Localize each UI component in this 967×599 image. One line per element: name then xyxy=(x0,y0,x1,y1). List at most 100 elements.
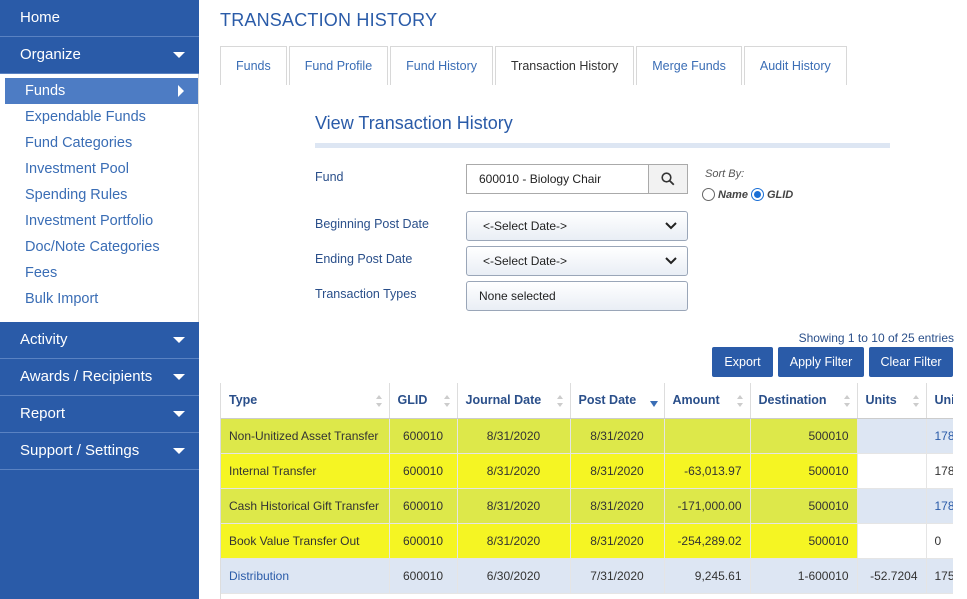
entries-info: Showing 1 to 10 of 25 entries xyxy=(798,331,954,345)
sort-by-options: Name GLID xyxy=(702,188,793,201)
subnav-funds[interactable]: Funds xyxy=(5,78,198,104)
table-row[interactable]: Internal Transfer 600010 8/31/2020 8/31/… xyxy=(221,453,953,489)
table-row[interactable]: Non-Unitized Asset Transfer 600010 8/31/… xyxy=(221,418,953,454)
beginning-post-date-label: Beginning Post Date xyxy=(315,217,429,231)
subnav-investment-portfolio[interactable]: Investment Portfolio xyxy=(5,208,198,234)
sort-icon xyxy=(843,395,850,407)
subnav-investment-pool[interactable]: Investment Pool xyxy=(5,156,198,182)
sort-icon xyxy=(375,395,382,407)
col-header-post-date[interactable]: Post Date xyxy=(570,383,665,419)
transactions-table: Type GLID Journal Date Post Date Amount … xyxy=(220,383,953,599)
chevron-right-icon xyxy=(178,85,184,97)
cell-units: -52.7204 xyxy=(857,558,927,594)
table-row[interactable]: Distribution 600010 6/30/2020 7/31/2020 … xyxy=(221,558,953,594)
cell-units xyxy=(857,488,927,524)
beginning-post-date-value: <-Select Date-> xyxy=(483,219,568,233)
nav-home-label: Home xyxy=(20,9,61,26)
nav-support-settings[interactable]: Support / Settings xyxy=(0,433,199,470)
nav-support-label: Support / Settings xyxy=(20,442,140,459)
chevron-down-icon xyxy=(173,448,185,454)
sort-glid-label: GLID xyxy=(766,188,794,201)
cell-type: Book Value Transfer Out xyxy=(221,523,390,559)
tab-bar: Funds Fund Profile Fund History Transact… xyxy=(220,46,849,85)
transaction-types-label: Transaction Types xyxy=(315,287,417,301)
sort-icon xyxy=(556,395,563,407)
nav-awards-recipients[interactable]: Awards / Recipients xyxy=(0,359,199,396)
transaction-types-select[interactable]: None selected xyxy=(466,281,688,311)
sort-icon xyxy=(443,395,450,407)
cell-destination: 500010 xyxy=(750,488,858,524)
col-header-type[interactable]: Type xyxy=(221,383,390,419)
cell-amount: -171,000.00 xyxy=(664,488,751,524)
cell-amount: 9,245.61 xyxy=(664,558,751,594)
chevron-down-icon xyxy=(665,257,677,265)
nav-activity[interactable]: Activity xyxy=(0,322,199,359)
tab-audit-history[interactable]: Audit History xyxy=(743,46,847,85)
nav-report-label: Report xyxy=(20,405,66,422)
cell-post-date: 8/31/2020 xyxy=(570,488,665,524)
tab-fund-profile[interactable]: Fund Profile xyxy=(288,46,389,85)
search-icon xyxy=(661,172,675,186)
cell-unit-value: 178 xyxy=(926,418,953,454)
sort-by-label: Sort By: xyxy=(705,168,745,180)
subnav-doc-note-categories[interactable]: Doc/Note Categories xyxy=(5,234,198,260)
beginning-post-date-select[interactable]: <-Select Date-> xyxy=(466,211,688,241)
cell-units xyxy=(857,453,927,489)
sidebar: Home Organize Funds Expendable Funds Fun… xyxy=(0,0,199,599)
table-header-row: Type GLID Journal Date Post Date Amount … xyxy=(221,383,953,419)
subnav-fund-categories[interactable]: Fund Categories xyxy=(5,130,198,156)
sort-desc-icon xyxy=(649,401,658,407)
subnav-fees[interactable]: Fees xyxy=(5,260,198,286)
apply-filter-button[interactable]: Apply Filter xyxy=(778,347,864,377)
tab-merge-funds[interactable]: Merge Funds xyxy=(636,46,742,85)
cell-journal-date: 8/31/2020 xyxy=(457,523,571,559)
subnav-bulk-import[interactable]: Bulk Import xyxy=(5,286,198,312)
cell-unit-value: 0 xyxy=(926,523,953,559)
cell-glid: 600010 xyxy=(389,418,458,454)
col-header-units[interactable]: Units xyxy=(857,383,927,419)
nav-report[interactable]: Report xyxy=(0,396,199,433)
clear-filter-button[interactable]: Clear Filter xyxy=(869,347,953,377)
sort-icon xyxy=(736,395,743,407)
cell-amount: -254,289.02 xyxy=(664,523,751,559)
sort-name-radio[interactable] xyxy=(702,188,715,201)
cell-type: Cash Historical Gift Transfer xyxy=(221,488,390,524)
ending-post-date-select[interactable]: <-Select Date-> xyxy=(466,246,688,276)
cell-glid: 600010 xyxy=(389,558,458,594)
chevron-down-icon xyxy=(173,411,185,417)
table-row[interactable]: Book Value Transfer Out 600010 8/31/2020… xyxy=(221,523,953,559)
nav-home[interactable]: Home xyxy=(0,0,199,37)
cell-unit-value: 178 xyxy=(926,488,953,524)
tab-fund-history[interactable]: Fund History xyxy=(390,46,494,85)
cell-type: Non-Unitized Asset Transfer xyxy=(221,418,390,454)
fund-input[interactable]: 600010 - Biology Chair xyxy=(466,164,649,194)
table-row[interactable]: Cash Historical Gift Transfer 600010 8/3… xyxy=(221,488,953,524)
col-header-journal-date[interactable]: Journal Date xyxy=(457,383,571,419)
subnav-spending-rules[interactable]: Spending Rules xyxy=(5,182,198,208)
ending-post-date-value: <-Select Date-> xyxy=(483,254,568,268)
cell-journal-date: 8/31/2020 xyxy=(457,488,571,524)
subnav-expendable-funds[interactable]: Expendable Funds xyxy=(5,104,198,130)
cell-destination: 500010 xyxy=(750,453,858,489)
fund-label: Fund xyxy=(315,170,344,184)
col-header-amount[interactable]: Amount xyxy=(664,383,751,419)
cell-glid: 600010 xyxy=(389,523,458,559)
page-title: TRANSACTION HISTORY xyxy=(220,10,438,30)
cell-destination: 500010 xyxy=(750,418,858,454)
export-button[interactable]: Export xyxy=(712,347,773,377)
nav-awards-label: Awards / Recipients xyxy=(20,368,153,385)
cell-amount xyxy=(664,418,751,454)
tab-funds[interactable]: Funds xyxy=(220,46,287,85)
fund-search-button[interactable] xyxy=(649,164,688,194)
tab-transaction-history[interactable]: Transaction History xyxy=(495,46,635,85)
sort-glid-radio[interactable] xyxy=(750,188,764,201)
cell-type: Internal Transfer xyxy=(221,453,390,489)
nav-organize[interactable]: Organize xyxy=(0,37,199,74)
cell-journal-date: 8/31/2020 xyxy=(457,418,571,454)
form-divider xyxy=(315,143,890,148)
sort-name-label: Name xyxy=(718,188,748,201)
col-header-glid[interactable]: GLID xyxy=(389,383,458,419)
chevron-down-icon xyxy=(173,52,185,58)
col-header-destination[interactable]: Destination xyxy=(750,383,858,419)
col-header-unit-value[interactable]: Uni xyxy=(926,383,953,419)
